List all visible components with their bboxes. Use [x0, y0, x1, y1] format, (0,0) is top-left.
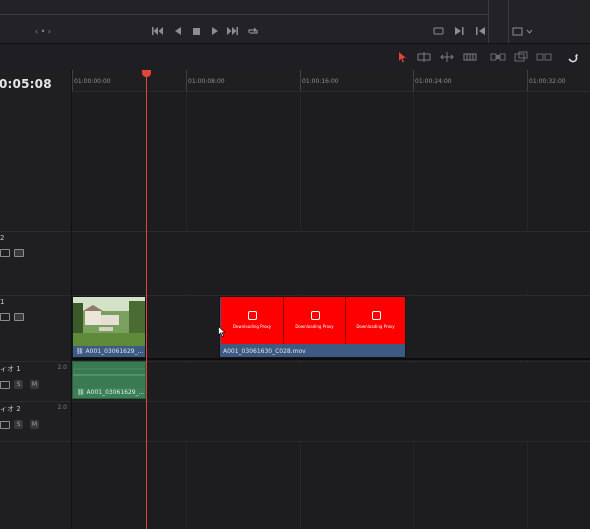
- stop-button[interactable]: [190, 24, 202, 38]
- ruler-label: 01:00:16:00: [302, 78, 339, 85]
- audio-waveform: [73, 368, 145, 376]
- track-name: 1: [0, 298, 5, 306]
- proxy-frame: Downloading Proxy: [221, 297, 284, 344]
- lock-track-icon[interactable]: [0, 381, 10, 389]
- viewer-mode-dropdown[interactable]: [510, 24, 536, 38]
- proxy-status: Downloading Proxy: [232, 324, 272, 329]
- track-name: ィオ 1: [0, 365, 21, 373]
- lock-track-icon[interactable]: [0, 421, 10, 429]
- solo-button[interactable]: S: [14, 380, 23, 389]
- timecode-display: 0:05:08: [0, 77, 52, 91]
- trim-edit-icon[interactable]: [416, 49, 432, 65]
- clip-name: A001_03061629_...: [85, 348, 144, 355]
- clip-label: ⛓ A001_03061629_...: [73, 388, 145, 398]
- transport-divider: [0, 14, 488, 15]
- pointer-icon[interactable]: [394, 49, 410, 65]
- replace-clip-icon[interactable]: [536, 49, 552, 65]
- solo-button[interactable]: S: [14, 420, 23, 429]
- auto-select-icon[interactable]: [14, 313, 24, 321]
- prev-edit-icon[interactable]: [474, 24, 486, 38]
- track-lane-a1[interactable]: [72, 361, 590, 402]
- insert-clip-icon[interactable]: [490, 49, 506, 65]
- skip-to-start-button[interactable]: [151, 24, 165, 38]
- track-volume: 2.0: [57, 404, 67, 411]
- mute-button[interactable]: M: [30, 420, 39, 429]
- audio-clip[interactable]: ⛓ A001_03061629_...: [72, 361, 146, 399]
- skip-to-end-button[interactable]: [225, 24, 239, 38]
- clip-thumbnail: [73, 297, 145, 346]
- clip-label: A001_03061630_C028.mov: [220, 346, 405, 357]
- ruler-label: 01:00:00:00: [74, 78, 111, 85]
- ruler-tick: [300, 70, 301, 91]
- proxy-frame: Downloading Proxy: [346, 297, 405, 344]
- track-lane-a2[interactable]: [72, 401, 590, 442]
- play-reverse-button[interactable]: [172, 24, 184, 38]
- ruler-tick: [186, 70, 187, 91]
- proxy-status: Downloading Proxy: [295, 324, 334, 329]
- transport-bar: ‹ • ›: [0, 0, 590, 44]
- proxy-frame: Downloading Proxy: [284, 297, 346, 344]
- ruler-tick: [527, 70, 528, 91]
- mouse-cursor-icon: [218, 326, 226, 337]
- next-edit-icon[interactable]: [453, 24, 465, 38]
- dynamic-trim-icon[interactable]: [439, 49, 455, 65]
- ruler-label: 01:00:24:00: [415, 78, 452, 85]
- ruler-tick: [413, 70, 414, 91]
- clip-label: ⛓ A001_03061629_...: [73, 346, 145, 357]
- playhead-handle[interactable]: [142, 70, 151, 77]
- auto-select-icon[interactable]: [14, 249, 24, 257]
- track-header-panel: 0:05:08 2 1 ィオ 1 2.0 S M ィオ 2 2.0 S M: [0, 70, 72, 529]
- ruler-tick: [72, 70, 73, 91]
- track-header-v2[interactable]: 2: [0, 231, 71, 294]
- transport-separator: [508, 0, 509, 43]
- track-name: ィオ 2: [0, 405, 21, 413]
- video-clip[interactable]: ⛓ A001_03061629_...: [72, 296, 146, 358]
- lock-track-icon[interactable]: [0, 249, 10, 257]
- ruler-label: 01:00:32:00: [529, 78, 566, 85]
- jog-indicator[interactable]: ‹ • ›: [30, 24, 56, 38]
- timeline-area[interactable]: 01:00:00:00 01:00:08:00 01:00:16:00 01:0…: [72, 70, 590, 529]
- magnet-icon[interactable]: [565, 49, 581, 65]
- clip-name: A001_03061629_...: [86, 389, 145, 396]
- playhead[interactable]: [146, 70, 147, 529]
- edit-toolbar: [0, 44, 590, 71]
- proxy-status: Downloading Proxy: [356, 324, 395, 329]
- track-header-a1[interactable]: ィオ 1 2.0 S M: [0, 361, 71, 402]
- track-lane-end: [72, 441, 590, 442]
- track-lane-v2[interactable]: [72, 231, 590, 294]
- mute-button[interactable]: M: [30, 380, 39, 389]
- transport-separator: [488, 0, 489, 43]
- link-icon: ⛓: [77, 389, 87, 396]
- ruler-label: 01:00:08:00: [188, 78, 225, 85]
- track-header-a2[interactable]: ィオ 2 2.0 S M: [0, 401, 71, 442]
- video-audio-divider: [72, 358, 590, 360]
- track-header-v1[interactable]: 1: [0, 295, 71, 358]
- proxy-icon: [371, 311, 381, 320]
- in-out-range-icon[interactable]: [431, 24, 445, 38]
- proxy-icon: [310, 311, 320, 320]
- track-name: 2: [0, 234, 5, 242]
- lock-track-icon[interactable]: [0, 313, 10, 321]
- track-divider: [0, 441, 71, 442]
- track-volume: 2.0: [57, 364, 67, 371]
- loop-icon[interactable]: [246, 24, 260, 38]
- overwrite-clip-icon[interactable]: [513, 49, 529, 65]
- blade-icon[interactable]: [462, 49, 478, 65]
- link-icon: ⛓: [76, 348, 86, 355]
- video-clip-proxy[interactable]: Downloading Proxy Downloading Proxy Down…: [219, 296, 406, 358]
- play-button[interactable]: [208, 24, 220, 38]
- proxy-icon: [248, 311, 257, 320]
